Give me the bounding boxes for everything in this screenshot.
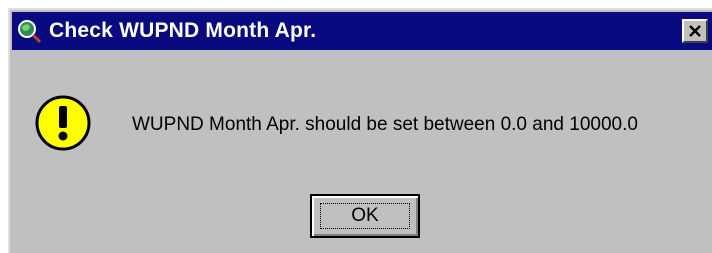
title-bar[interactable]: Check WUPND Month Apr. (12, 12, 712, 50)
window-title: Check WUPND Month Apr. (49, 19, 317, 42)
close-button[interactable] (682, 19, 708, 43)
ok-button-label: OK (351, 205, 379, 226)
message-dialog: Check WUPND Month Apr. WUPND Month Apr. … (8, 8, 712, 253)
globe-magnifier-icon (18, 20, 42, 44)
ok-button[interactable]: OK (310, 194, 420, 238)
close-icon (689, 25, 701, 37)
exclamation-warning-icon (35, 95, 91, 151)
message-text: WUPND Month Apr. should be set between 0… (132, 114, 638, 135)
